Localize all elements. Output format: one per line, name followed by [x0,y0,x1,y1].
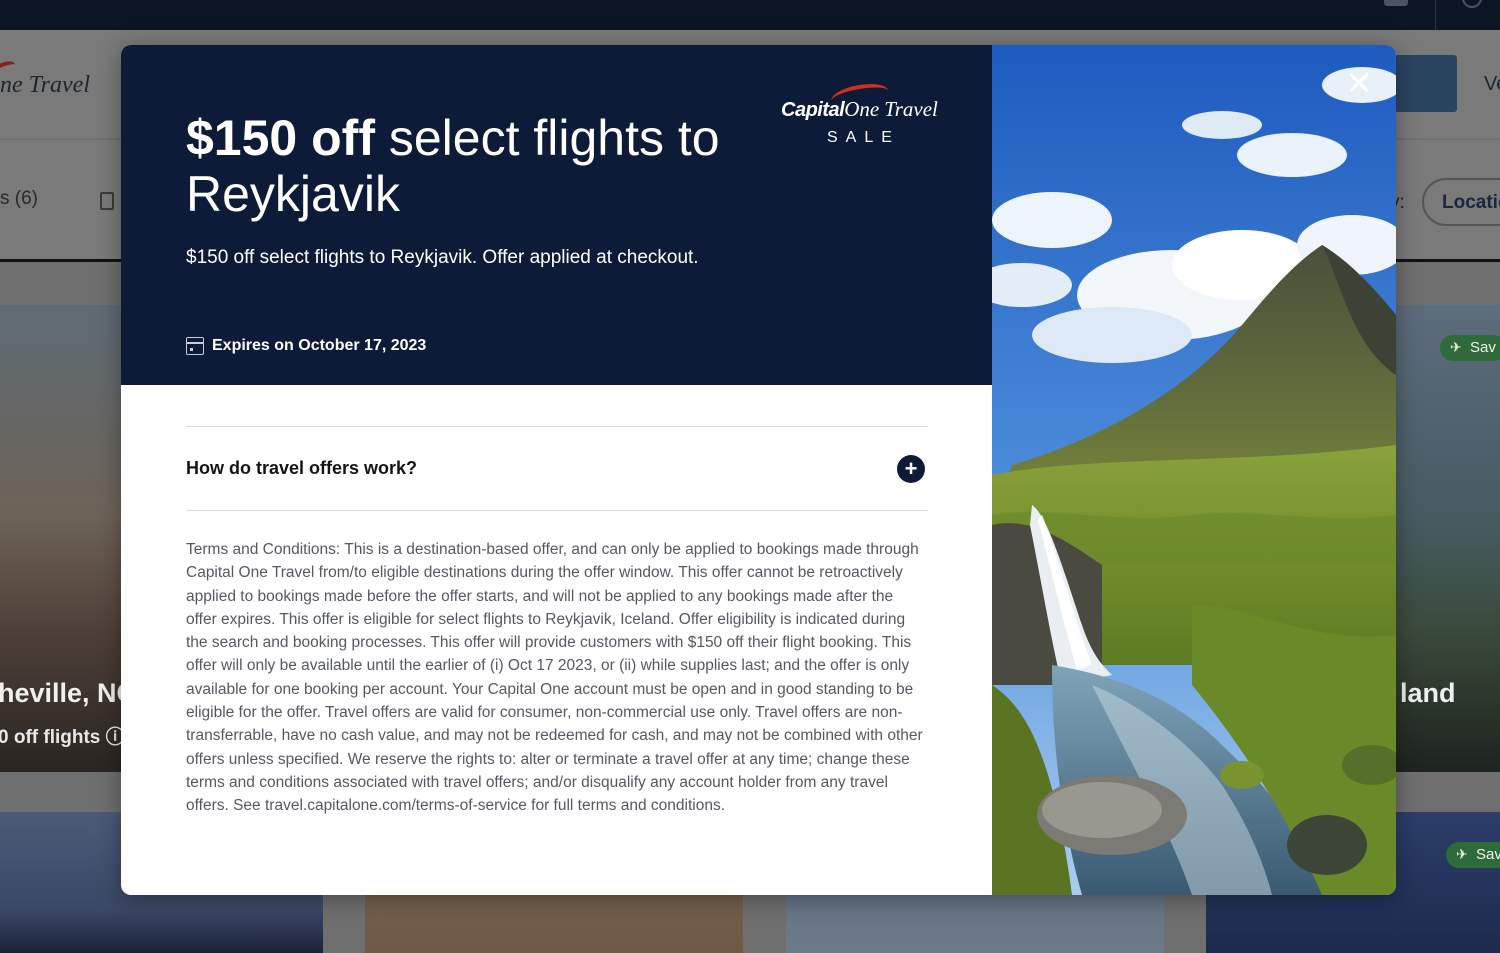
brand-wordmark: CapitalOne Travel [781,97,938,122]
brand-capital: Capital [781,99,845,121]
top-nav-bar [0,0,1500,30]
header-account-text[interactable]: Ve [1484,73,1500,96]
kirkjufell-photo-illustration [992,45,1396,895]
offer-details: How do travel offers work? + Terms and C… [186,426,928,814]
offer-hero: $150 off select flights to Reykjavik $15… [121,45,992,385]
save-badge-label: Sav [1470,339,1496,356]
terms-and-conditions: Terms and Conditions: This is a destinat… [186,541,923,815]
site-logo[interactable]: ne Travel [0,72,90,99]
brand-travel: Travel [884,97,938,121]
filter-tab-count[interactable]: s (6) [0,188,38,210]
expand-plus-icon[interactable]: + [897,455,925,483]
destination-photo [992,45,1396,895]
tile-subtitle: 0 off flights ⓘ [0,727,125,748]
faq-question[interactable]: How do travel offers work? [186,458,417,479]
tile-title: heville, NC [0,678,125,708]
offer-title-amount: $150 off [186,110,375,166]
calendar-icon [186,337,204,355]
deal-tile-iceland[interactable]: ✈ Sav land [1395,305,1500,772]
capital-one-travel-sale-logo: CapitalOne Travel SALE [781,80,956,151]
plane-icon: ✈ [1450,339,1462,355]
offer-modal: $150 off select flights to Reykjavik $15… [121,45,1396,895]
building-icon[interactable] [100,192,114,210]
offer-subtitle: $150 off select flights to Reykjavik. Of… [186,247,699,268]
help-icon[interactable] [1462,0,1482,8]
save-badge: ✈ Sav [1446,842,1500,868]
credit-card-thumbnail[interactable] [1395,55,1457,112]
sort-value: Locatio [1442,192,1500,213]
brand-one: One [844,97,880,121]
deal-tile-asheville[interactable]: heville, NC 0 off flights ⓘ [0,305,125,772]
sort-dropdown[interactable]: Locatio [1422,178,1500,226]
save-badge: ✈ Sav [1440,335,1500,361]
close-button[interactable]: ✕ [1343,67,1375,101]
tile-title: land [1400,678,1456,708]
offer-title: $150 off select flights to Reykjavik [186,110,786,222]
expiry-text: Expires on October 17, 2023 [212,337,427,354]
save-badge-label: Sav [1476,846,1500,863]
plane-icon: ✈ [1456,846,1468,862]
faq-accordion[interactable]: How do travel offers work? + [186,426,928,511]
brand-sale: SALE [827,129,900,146]
nav-divider [1435,0,1436,30]
account-icon[interactable] [1384,0,1408,6]
